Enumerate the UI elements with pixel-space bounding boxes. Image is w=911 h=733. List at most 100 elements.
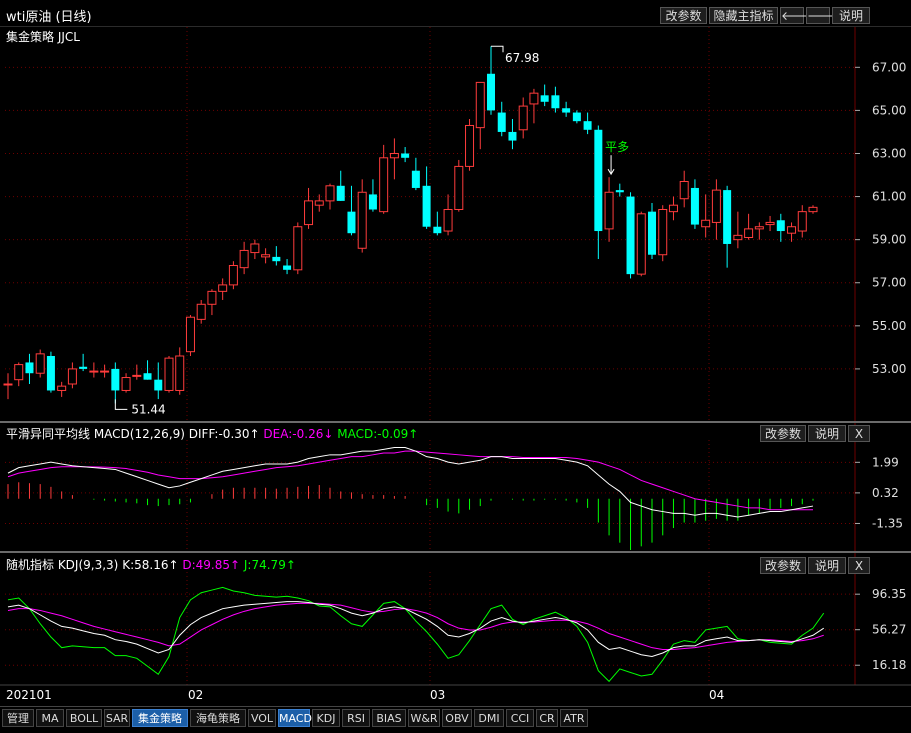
candle-body-up: [164, 357, 174, 391]
kdj-close-icon[interactable]: X: [848, 557, 870, 574]
candle-body-up: [754, 226, 764, 230]
candle-body-up: [787, 226, 797, 234]
candle-body-down: [583, 121, 592, 130]
candle-body-down: [111, 368, 120, 391]
candle-body-up: [679, 180, 689, 200]
kdj-k-value: K:58.16↑: [122, 558, 179, 572]
high-marker: [491, 45, 504, 53]
candle-body-up: [218, 284, 228, 292]
macd-diff-line: [7, 446, 814, 518]
signal-label: 平多: [605, 140, 629, 154]
y-tick-price-6: 65.00: [872, 103, 906, 117]
y-tick-kdj-0: 96.35: [872, 587, 906, 601]
candle-body-down: [433, 226, 442, 234]
candle-body-up: [379, 157, 389, 213]
y-tick-price-0: 53.00: [872, 362, 906, 376]
candle-body-down: [283, 265, 292, 270]
candle-body-down: [508, 131, 517, 141]
candle-body-up: [733, 234, 743, 241]
candle-body-down: [776, 220, 785, 232]
macd-help-button[interactable]: 说明: [808, 425, 846, 442]
kdj-k-line: [7, 601, 825, 658]
candle-body-up: [100, 370, 110, 373]
macd-diff-value: DIFF:-0.30↑: [188, 427, 260, 441]
y-tick-macd-2: -1.35: [872, 516, 903, 530]
candle-body-up: [67, 368, 77, 385]
candle-body-down: [487, 73, 495, 111]
low-marker: [114, 399, 128, 410]
tab-0[interactable]: 管理: [2, 709, 34, 727]
macd-dea-value: DEA:-0.26↓: [263, 427, 334, 441]
macd-close-icon[interactable]: X: [848, 425, 870, 442]
candle-body-up: [185, 316, 195, 353]
tab-11[interactable]: W&R: [408, 709, 440, 727]
x-label-2: 03: [430, 688, 446, 702]
candle-body-up: [132, 374, 142, 377]
candle-body-up: [89, 370, 99, 373]
candle-body-up: [228, 265, 238, 286]
candle-body-up: [454, 165, 464, 210]
candle-body-down: [154, 379, 163, 391]
candle-body-down: [336, 185, 345, 201]
tab-16[interactable]: ATR: [560, 709, 588, 727]
candle-body-up: [765, 221, 775, 226]
macd-name: 平滑异同平均线 MACD(12,26,9): [6, 427, 185, 441]
tab-4[interactable]: 集金策略: [132, 709, 188, 727]
candle-body-up: [3, 383, 13, 386]
macd-edit-params-button[interactable]: 改参数: [760, 425, 806, 442]
tab-15[interactable]: CR: [536, 709, 558, 727]
candle-body-up: [797, 211, 807, 232]
tab-9[interactable]: RSI: [342, 709, 370, 727]
candle-body-up: [475, 81, 485, 129]
candle-body-up: [304, 200, 314, 226]
tab-10[interactable]: BIAS: [372, 709, 406, 727]
panel-divider-kdj: [0, 551, 911, 553]
tab-7[interactable]: MACD: [278, 709, 312, 727]
candle-body-down: [46, 355, 55, 391]
candle-body-down: [615, 190, 624, 193]
y-tick-kdj-1: 56.27: [872, 623, 906, 637]
candle-body-down: [551, 95, 560, 109]
macd-macd-value: MACD:-0.09↑: [337, 427, 419, 441]
candle-body-up: [636, 213, 646, 275]
candle-body-up: [744, 228, 754, 239]
candle-body-down: [594, 129, 603, 232]
tab-5[interactable]: 海龟策略: [190, 709, 246, 727]
kdj-help-button[interactable]: 说明: [808, 557, 846, 574]
y-tick-price-1: 55.00: [872, 319, 906, 333]
candle-body-down: [540, 95, 549, 102]
low-label: 51.44: [131, 402, 165, 416]
tab-1[interactable]: MA: [36, 709, 64, 727]
y-tick-price-2: 57.00: [872, 276, 906, 290]
tab-2[interactable]: BOLL: [66, 709, 102, 727]
candle-body-down: [272, 256, 281, 262]
candle-body-up: [357, 191, 367, 249]
candle-body-up: [465, 124, 475, 167]
kdj-header: 随机指标 KDJ(9,3,3) K:58.16↑ D:49.85↑ J:74.7…: [6, 556, 296, 573]
candle-body-up: [604, 191, 614, 230]
y-tick-price-3: 59.00: [872, 233, 906, 247]
x-label-3: 04: [709, 688, 725, 702]
tab-12[interactable]: OBV: [442, 709, 472, 727]
tab-3[interactable]: SAR: [104, 709, 130, 727]
candle-body-up: [314, 200, 324, 206]
candle-body-down: [690, 187, 699, 225]
candle-body-up: [293, 226, 303, 271]
candle-body-up: [121, 377, 131, 391]
kdj-d-value: D:49.85↑: [182, 558, 241, 572]
candle-body-up: [808, 206, 818, 213]
tab-13[interactable]: DMI: [474, 709, 504, 727]
kdj-j-line: [7, 586, 825, 683]
candle-body-up: [389, 152, 399, 159]
kdj-edit-params-button[interactable]: 改参数: [760, 557, 806, 574]
candle-body-down: [562, 108, 571, 113]
y-tick-macd-1: 0.32: [872, 486, 899, 500]
y-tick-macd-0: 1.99: [872, 455, 899, 469]
tab-14[interactable]: CCI: [506, 709, 534, 727]
macd-dea-line: [7, 450, 813, 511]
y-tick-kdj-2: 16.18: [872, 658, 906, 672]
tab-6[interactable]: VOL: [248, 709, 276, 727]
tab-8[interactable]: KDJ: [312, 709, 340, 727]
y-tick-price-7: 67.00: [872, 60, 906, 74]
y-tick-price-4: 61.00: [872, 190, 906, 204]
